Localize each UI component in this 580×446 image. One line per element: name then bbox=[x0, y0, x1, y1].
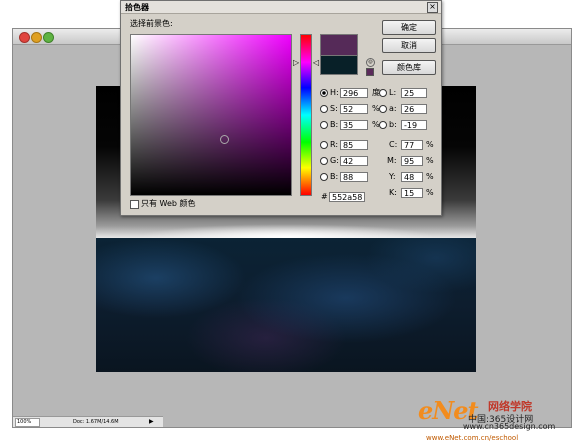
lab-l-field[interactable]: 25 bbox=[401, 88, 427, 98]
lab-a-radio[interactable] bbox=[379, 104, 387, 113]
blue-field[interactable]: 88 bbox=[340, 172, 368, 182]
green-field[interactable]: 42 bbox=[340, 156, 368, 166]
lab-a-row: a: bbox=[379, 103, 399, 115]
watermark-url: www.cn365design.com bbox=[463, 422, 556, 431]
red-radio[interactable] bbox=[320, 140, 328, 149]
hue-label: H: bbox=[330, 88, 339, 97]
dialog-title: 拾色器 bbox=[125, 3, 149, 12]
blue-row: B: bbox=[320, 171, 340, 183]
brightness-label: B: bbox=[330, 120, 339, 129]
lab-b-radio[interactable] bbox=[379, 120, 387, 129]
black-unit: % bbox=[426, 188, 434, 197]
cyan-label: C: bbox=[389, 140, 398, 149]
close-window-icon[interactable] bbox=[19, 32, 30, 43]
saturation-label: S: bbox=[330, 104, 338, 113]
canvas-cloud-texture bbox=[96, 238, 476, 372]
hue-field[interactable]: 296 bbox=[340, 88, 368, 98]
new-color-swatch bbox=[320, 34, 358, 55]
lab-b-row: b: bbox=[379, 119, 399, 131]
cyan-unit: % bbox=[426, 140, 434, 149]
hex-field[interactable]: 552a58 bbox=[329, 192, 365, 202]
cyan-field[interactable]: 77 bbox=[401, 140, 423, 150]
dialog-titlebar[interactable]: 拾色器 × bbox=[121, 1, 441, 14]
red-row: R: bbox=[320, 139, 340, 151]
red-field[interactable]: 85 bbox=[340, 140, 368, 150]
zoom-field[interactable]: 100% bbox=[15, 418, 40, 427]
saturation-field[interactable]: 52 bbox=[340, 104, 368, 114]
red-label: R: bbox=[330, 140, 339, 149]
color-picker-dialog: 拾色器 × 选择前景色: ▷ ◁ ◎ 确定 取消 颜色库 H: 296 度 S:… bbox=[120, 0, 442, 216]
hex-label: # bbox=[321, 192, 328, 201]
lab-l-row: L: bbox=[379, 87, 399, 99]
web-colors-only-label: 只有 Web 颜色 bbox=[141, 199, 196, 208]
magenta-label: M: bbox=[387, 156, 397, 165]
magenta-field[interactable]: 95 bbox=[401, 156, 423, 166]
watermark: eNet 网络学院 中国:365设计网 www.cn365design.com … bbox=[418, 396, 578, 446]
green-radio[interactable] bbox=[320, 156, 328, 165]
doc-size-info: Doc: 1.67M/14.6M bbox=[73, 419, 119, 425]
magenta-unit: % bbox=[426, 156, 434, 165]
minimize-window-icon[interactable] bbox=[31, 32, 42, 43]
green-label: G: bbox=[330, 156, 339, 165]
lab-a-field[interactable]: 26 bbox=[401, 104, 427, 114]
saturation-radio[interactable] bbox=[320, 104, 328, 113]
foreground-color-label: 选择前景色: bbox=[130, 19, 173, 28]
blue-label: B: bbox=[330, 172, 339, 181]
yellow-unit: % bbox=[426, 172, 434, 181]
blue-radio[interactable] bbox=[320, 172, 328, 181]
cancel-button[interactable]: 取消 bbox=[382, 38, 436, 53]
lab-b-field[interactable]: -19 bbox=[401, 120, 427, 130]
hue-row: H: bbox=[320, 87, 340, 99]
hue-slider-right-handle-icon[interactable]: ◁ bbox=[313, 59, 319, 67]
hue-slider[interactable] bbox=[300, 34, 312, 196]
zoom-window-icon[interactable] bbox=[43, 32, 54, 43]
status-bar: 100% Doc: 1.67M/14.6M ▶ bbox=[13, 416, 163, 427]
watermark-url-secondary: www.eNet.com.cn/eschool bbox=[426, 434, 519, 442]
current-color-swatch[interactable] bbox=[320, 55, 358, 75]
lab-b-label: b: bbox=[389, 120, 397, 129]
color-libraries-button[interactable]: 颜色库 bbox=[382, 60, 436, 75]
yellow-field[interactable]: 48 bbox=[401, 172, 423, 182]
brightness-field[interactable]: 35 bbox=[340, 120, 368, 130]
hue-slider-left-handle-icon[interactable]: ▷ bbox=[293, 59, 299, 67]
status-menu-arrow-icon[interactable]: ▶ bbox=[149, 417, 154, 427]
saturation-brightness-field[interactable] bbox=[130, 34, 292, 196]
lab-l-label: L: bbox=[389, 88, 397, 97]
web-safe-swatch-icon[interactable] bbox=[366, 68, 374, 76]
brightness-row: B: bbox=[320, 119, 340, 131]
brightness-radio[interactable] bbox=[320, 120, 328, 129]
lab-a-label: a: bbox=[389, 104, 397, 113]
black-label: K: bbox=[389, 188, 397, 197]
hue-radio[interactable] bbox=[320, 88, 328, 97]
gamut-warning-icon[interactable]: ◎ bbox=[366, 58, 375, 67]
color-cursor-icon[interactable] bbox=[220, 135, 229, 144]
web-colors-only-checkbox[interactable] bbox=[130, 200, 139, 209]
close-icon[interactable]: × bbox=[427, 2, 438, 13]
ok-button[interactable]: 确定 bbox=[382, 20, 436, 35]
lab-l-radio[interactable] bbox=[379, 88, 387, 97]
yellow-label: Y: bbox=[389, 172, 396, 181]
black-field[interactable]: 15 bbox=[401, 188, 423, 198]
saturation-row: S: bbox=[320, 103, 340, 115]
green-row: G: bbox=[320, 155, 340, 167]
